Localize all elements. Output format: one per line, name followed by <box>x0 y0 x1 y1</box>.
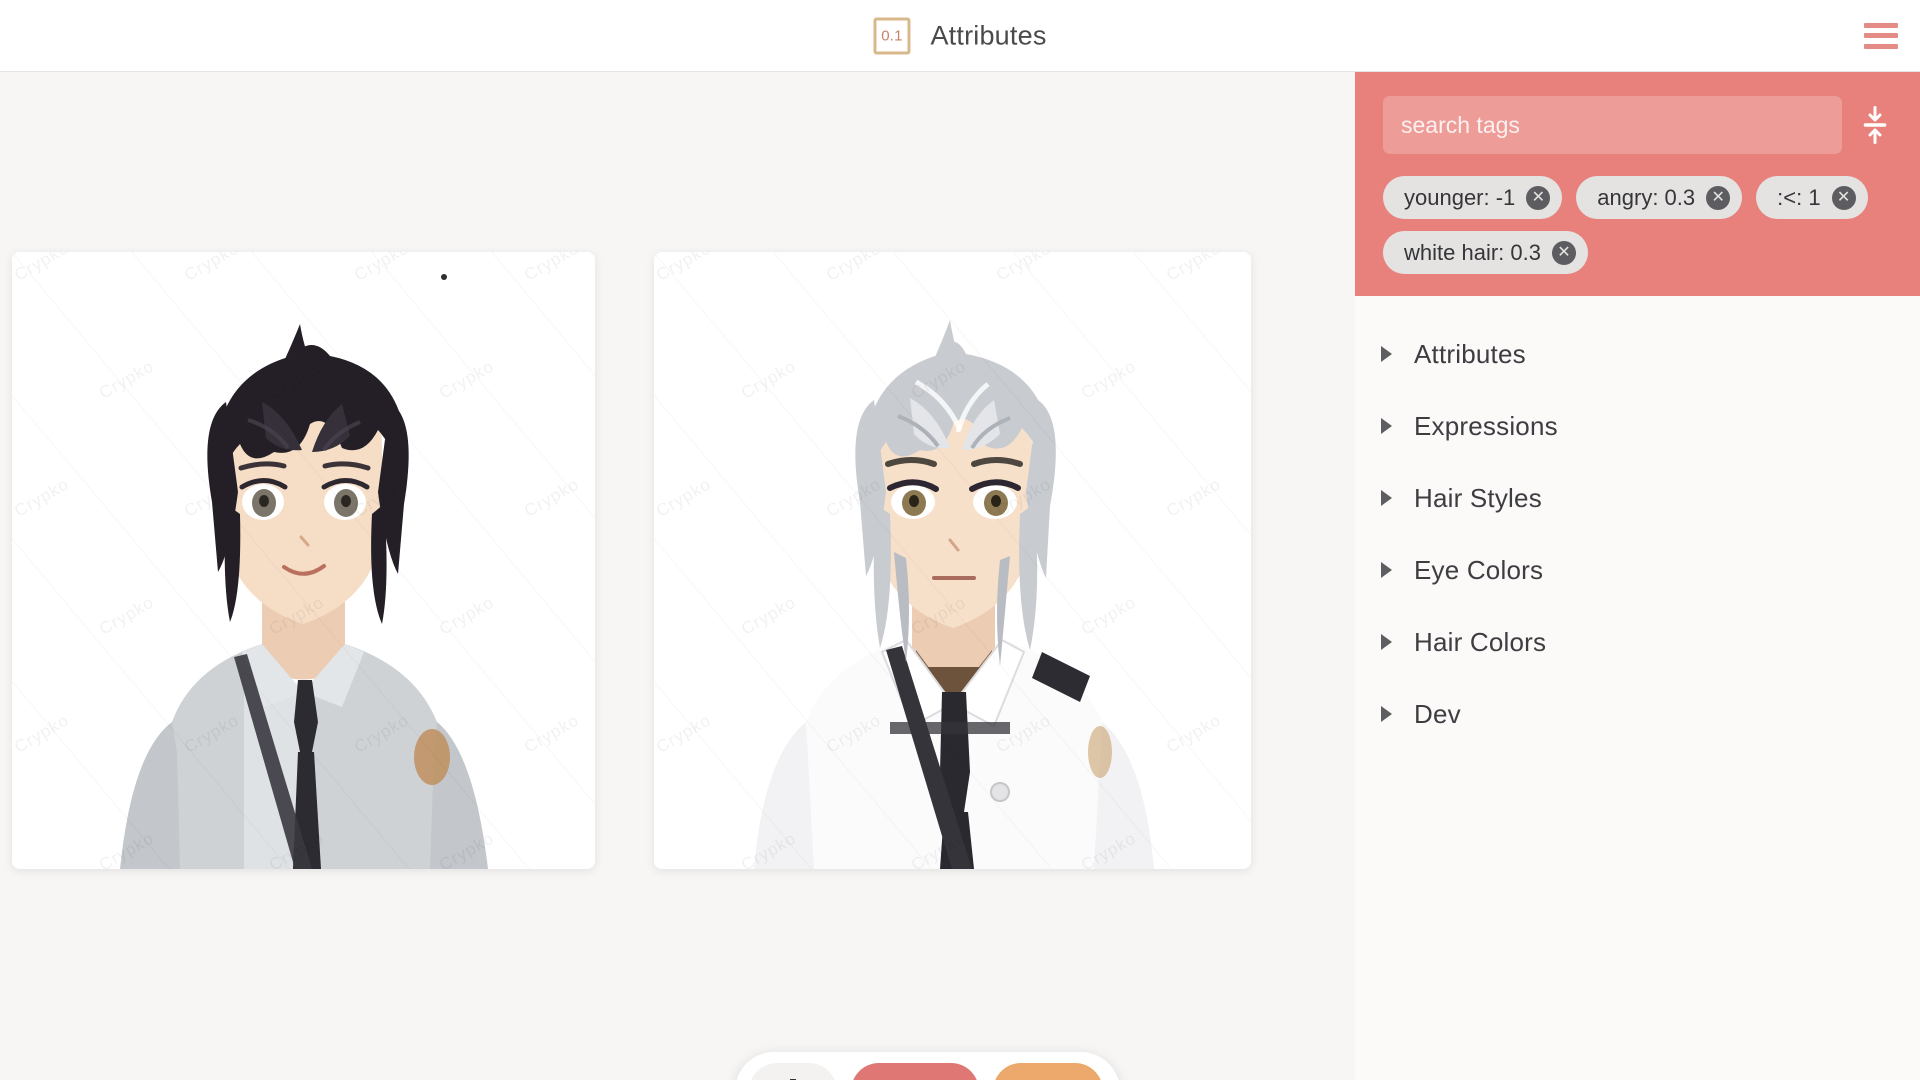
accordion-item-label: Expressions <box>1414 410 1558 441</box>
tag-chip[interactable]: :<: 1 ✕ <box>1756 176 1868 219</box>
accordion-item-dev[interactable]: Dev <box>1355 678 1920 750</box>
brand-block: 0.1 Attributes <box>873 17 1046 54</box>
tag-chip-label: white hair: 0.3 <box>1404 239 1541 265</box>
close-icon[interactable]: ✕ <box>1706 185 1731 210</box>
accordion-item-hair-colors[interactable]: Hair Colors <box>1355 606 1920 678</box>
action-bar: Update Save <box>735 1052 1120 1080</box>
hamburger-bar-3 <box>1864 43 1898 49</box>
character-card-left[interactable]: CrypkoCrypkoCrypkoCrypkoCrypkoCrypkoCryp… <box>12 252 595 869</box>
collapse-vertical-icon[interactable] <box>1858 103 1892 147</box>
search-row <box>1383 96 1892 154</box>
tag-chip-label: younger: -1 <box>1404 184 1516 210</box>
hamburger-bar-2 <box>1864 33 1898 38</box>
chevron-right-icon <box>1381 562 1392 578</box>
accordion-item-attributes[interactable]: Attributes <box>1355 318 1920 390</box>
gear-icon <box>789 1078 797 1080</box>
chevron-right-icon <box>1381 490 1392 506</box>
accordion-item-expressions[interactable]: Expressions <box>1355 390 1920 462</box>
app-root: 0.1 Attributes search tags younger: -1 ✕… <box>0 0 1920 1080</box>
close-icon[interactable]: ✕ <box>1551 240 1576 265</box>
chevron-right-icon <box>1381 706 1392 722</box>
tag-category-accordion: Attributes Expressions Hair Styles Eye Colo… <box>1355 296 1920 750</box>
tag-chip-label: angry: 0.3 <box>1597 184 1696 210</box>
character-portrait-left: CrypkoCrypkoCrypkoCrypkoCrypkoCrypkoCryp… <box>12 252 595 869</box>
top-bar: 0.1 Attributes <box>0 0 1920 72</box>
selected-tags-list: younger: -1 ✕ angry: 0.3 ✕:<: 1 ✕ white hair:… <box>1383 176 1892 274</box>
accordion-item-label: Hair Colors <box>1414 626 1547 657</box>
character-card-right[interactable]: CrypkoCrypkoCrypkoCrypkoCrypkoCrypkoCryp… <box>654 252 1251 869</box>
accordion-item-hair-styles[interactable]: Hair Styles <box>1355 462 1920 534</box>
tag-chip[interactable]: white hair: 0.3 ✕ <box>1383 231 1588 274</box>
version-badge: 0.1 <box>873 17 911 54</box>
tag-chip[interactable]: angry: 0.3 ✕ <box>1576 176 1743 219</box>
tags-sidebar: younger: -1✕angry: 0.3✕:<: 1✕white hair:… <box>1355 72 1920 1080</box>
accordion-item-label: Attributes <box>1414 338 1526 369</box>
image-speck <box>441 274 447 280</box>
tag-chip[interactable]: younger: -1 ✕ <box>1383 176 1563 219</box>
chevron-right-icon <box>1381 634 1392 650</box>
chevron-right-icon <box>1381 346 1392 362</box>
close-icon[interactable]: ✕ <box>1831 185 1856 210</box>
settings-button[interactable] <box>749 1063 837 1080</box>
accordion-item-eye-colors[interactable]: Eye Colors <box>1355 534 1920 606</box>
update-button[interactable]: Update <box>851 1063 979 1080</box>
close-icon[interactable]: ✕ <box>1526 185 1551 210</box>
tag-chip-label: :<: 1 <box>1777 184 1821 210</box>
chevron-right-icon <box>1381 418 1392 434</box>
hamburger-bar-1 <box>1864 22 1898 28</box>
accordion-item-label: Eye Colors <box>1414 554 1544 585</box>
page-title: Attributes <box>930 20 1047 50</box>
accordion-item-label: Dev <box>1414 698 1461 729</box>
search-input[interactable] <box>1383 96 1842 154</box>
save-button[interactable]: Save <box>993 1063 1103 1080</box>
character-canvas: CrypkoCrypkoCrypkoCrypkoCrypkoCrypkoCryp… <box>0 72 1355 1080</box>
accordion-item-label: Hair Styles <box>1414 482 1542 513</box>
character-portrait-right: CrypkoCrypkoCrypkoCrypkoCrypkoCrypkoCryp… <box>654 252 1251 869</box>
portrait-art-right <box>654 252 1251 869</box>
tag-panel: younger: -1✕angry: 0.3✕:<: 1✕white hair:… <box>1355 72 1920 296</box>
portrait-art-left <box>12 252 595 869</box>
hamburger-menu-icon[interactable] <box>1864 22 1898 49</box>
